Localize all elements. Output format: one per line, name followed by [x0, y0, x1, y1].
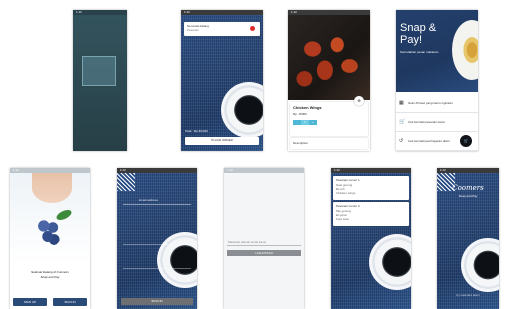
stripe-pattern	[117, 173, 135, 191]
place-order-button[interactable]: PLACE ORDER	[185, 137, 259, 145]
brand-tagline: Kemudahan pesan makanan	[400, 50, 439, 54]
menu-item-scan[interactable]: ▦ Scan Produk yang kamu inginkan	[396, 94, 478, 113]
status-bar: 1:12	[117, 168, 197, 173]
email-field[interactable]	[227, 245, 301, 246]
add-to-cart-button[interactable]: ⊕	[354, 96, 364, 106]
welcome-caption-1: Selamat Datang di Coomers	[31, 270, 69, 274]
home-screen: Snap & Pay! Kemudahan pesan makanan ▦ Sc…	[396, 10, 478, 151]
status-bar: 1:12	[224, 168, 304, 173]
welcome-caption-2: Snap and Pay	[40, 275, 60, 279]
total-label: Total : Rp.30.000	[185, 129, 208, 133]
product-card: Chicken Wings Rp. 15000 - 1 +	[290, 102, 368, 136]
hero-banner: Snap & Pay! Kemudahan pesan makanan	[396, 10, 478, 92]
chicken-wings-image	[288, 15, 370, 100]
scanner-screen: 1:12	[73, 10, 127, 151]
email-form-screen: 1:12 Masukan alamat email kamu LANJUTKAN	[224, 168, 304, 309]
login-screen: 1:12 Email address SIGN IN	[117, 168, 197, 309]
qty-minus-button[interactable]: -	[293, 120, 301, 125]
orders-screen: 1:12 Pesanan nomor 1 Nasi goreng Es teh …	[331, 168, 411, 309]
order-card-subtitle: Pesanan	[187, 28, 199, 32]
order-card-2[interactable]: Pesanan nomor 2 Mie goreng Es jeruk Kopi…	[333, 202, 409, 226]
menu-item-label: Scan Produk yang kamu inginkan	[408, 101, 453, 105]
remove-dot-icon[interactable]	[250, 26, 255, 31]
status-bar: 1:12	[331, 168, 411, 173]
status-bar: 1:12	[73, 10, 127, 15]
email-field[interactable]	[123, 204, 191, 205]
checkout-screen: 1:12 Se lamat datang Pesanan Total : Rp.…	[181, 10, 263, 151]
cart-icon: 🛒	[399, 119, 406, 125]
menu-item-label: Cek kembali pembayaran disini	[408, 139, 450, 143]
status-time: 1:12	[184, 10, 190, 14]
qr-icon: ▦	[399, 100, 404, 106]
order-card-1[interactable]: Pesanan nomor 1 Nasi goreng Es teh Chick…	[333, 176, 409, 200]
sign-up-button[interactable]: SIGN UP	[13, 298, 47, 306]
blueberries-shape	[36, 217, 62, 247]
status-bar: 1:12	[288, 10, 370, 15]
cart-fab-button[interactable]: 🛒	[460, 135, 472, 147]
order-item: Kopi susu	[336, 217, 350, 221]
hand-shape	[32, 173, 72, 203]
description-card: Description	[290, 138, 368, 149]
status-bar: 1:12	[181, 10, 263, 15]
history-icon: ↺	[399, 138, 404, 144]
status-time: 1:12	[334, 168, 340, 172]
qty-plus-button[interactable]: +	[309, 120, 317, 125]
cart-icon: ⊕	[357, 98, 361, 103]
product-price: Rp. 15000	[293, 112, 307, 116]
menu-item-cart[interactable]: 🛒 Cek kembali pesanan kamu	[396, 113, 478, 132]
order-card-title: Pesanan nomor 1	[336, 178, 360, 182]
status-bar: 1:12	[10, 168, 90, 173]
status-time: 1:12	[76, 10, 82, 14]
status-time: 1:12	[291, 10, 297, 14]
welcome-screen: 1:12 Selamat Datang di Coomers Snap and …	[10, 168, 90, 309]
splash-logo: Coomers	[452, 184, 484, 192]
order-card[interactable]: Se lamat datang Pesanan	[184, 22, 260, 36]
email-field-label: Email address	[139, 198, 159, 202]
quantity-stepper: - 1 +	[293, 120, 317, 125]
splash-footer: by coomers team	[456, 293, 480, 297]
order-item: Chicken wings	[336, 191, 356, 195]
scan-frame[interactable]	[82, 56, 116, 86]
status-time: 1:12	[227, 168, 233, 172]
status-time: 1:12	[440, 168, 446, 172]
qty-value: 1	[301, 120, 309, 125]
sign-in-button[interactable]: SIGN IN	[53, 298, 87, 306]
description-label: Description	[293, 141, 309, 145]
order-card-title: Pesanan nomor 2	[336, 204, 360, 208]
confirm-field[interactable]	[123, 268, 191, 269]
cart-icon: 🛒	[463, 138, 469, 143]
food-plate-image	[452, 20, 478, 80]
password-field[interactable]	[123, 244, 191, 245]
brand-title: Snap & Pay!	[400, 22, 437, 46]
continue-button[interactable]: LANJUTKAN	[227, 250, 301, 256]
product-detail-screen: 1:12 Chicken Wings Rp. 15000 - 1 + ⊕ Des…	[288, 10, 370, 151]
status-bar: 1:12	[437, 168, 499, 173]
screenshot-gallery: 1:12 1:12 Se lamat datang Pesanan Total …	[0, 0, 508, 309]
splash-subtitle: Snap and Pay	[458, 194, 478, 198]
menu-item-label: Cek kembali pesanan kamu	[408, 120, 446, 124]
sign-in-button[interactable]: SIGN IN	[121, 298, 193, 305]
splash-screen: 1:12 Coomers Snap and Pay by coomers tea…	[437, 168, 499, 309]
product-name: Chicken Wings	[293, 105, 322, 110]
status-time: 1:12	[120, 168, 126, 172]
hand-blueberries-image	[10, 173, 90, 263]
email-field-label: Masukan alamat email kamu	[228, 240, 267, 244]
status-time: 1:12	[13, 168, 19, 172]
